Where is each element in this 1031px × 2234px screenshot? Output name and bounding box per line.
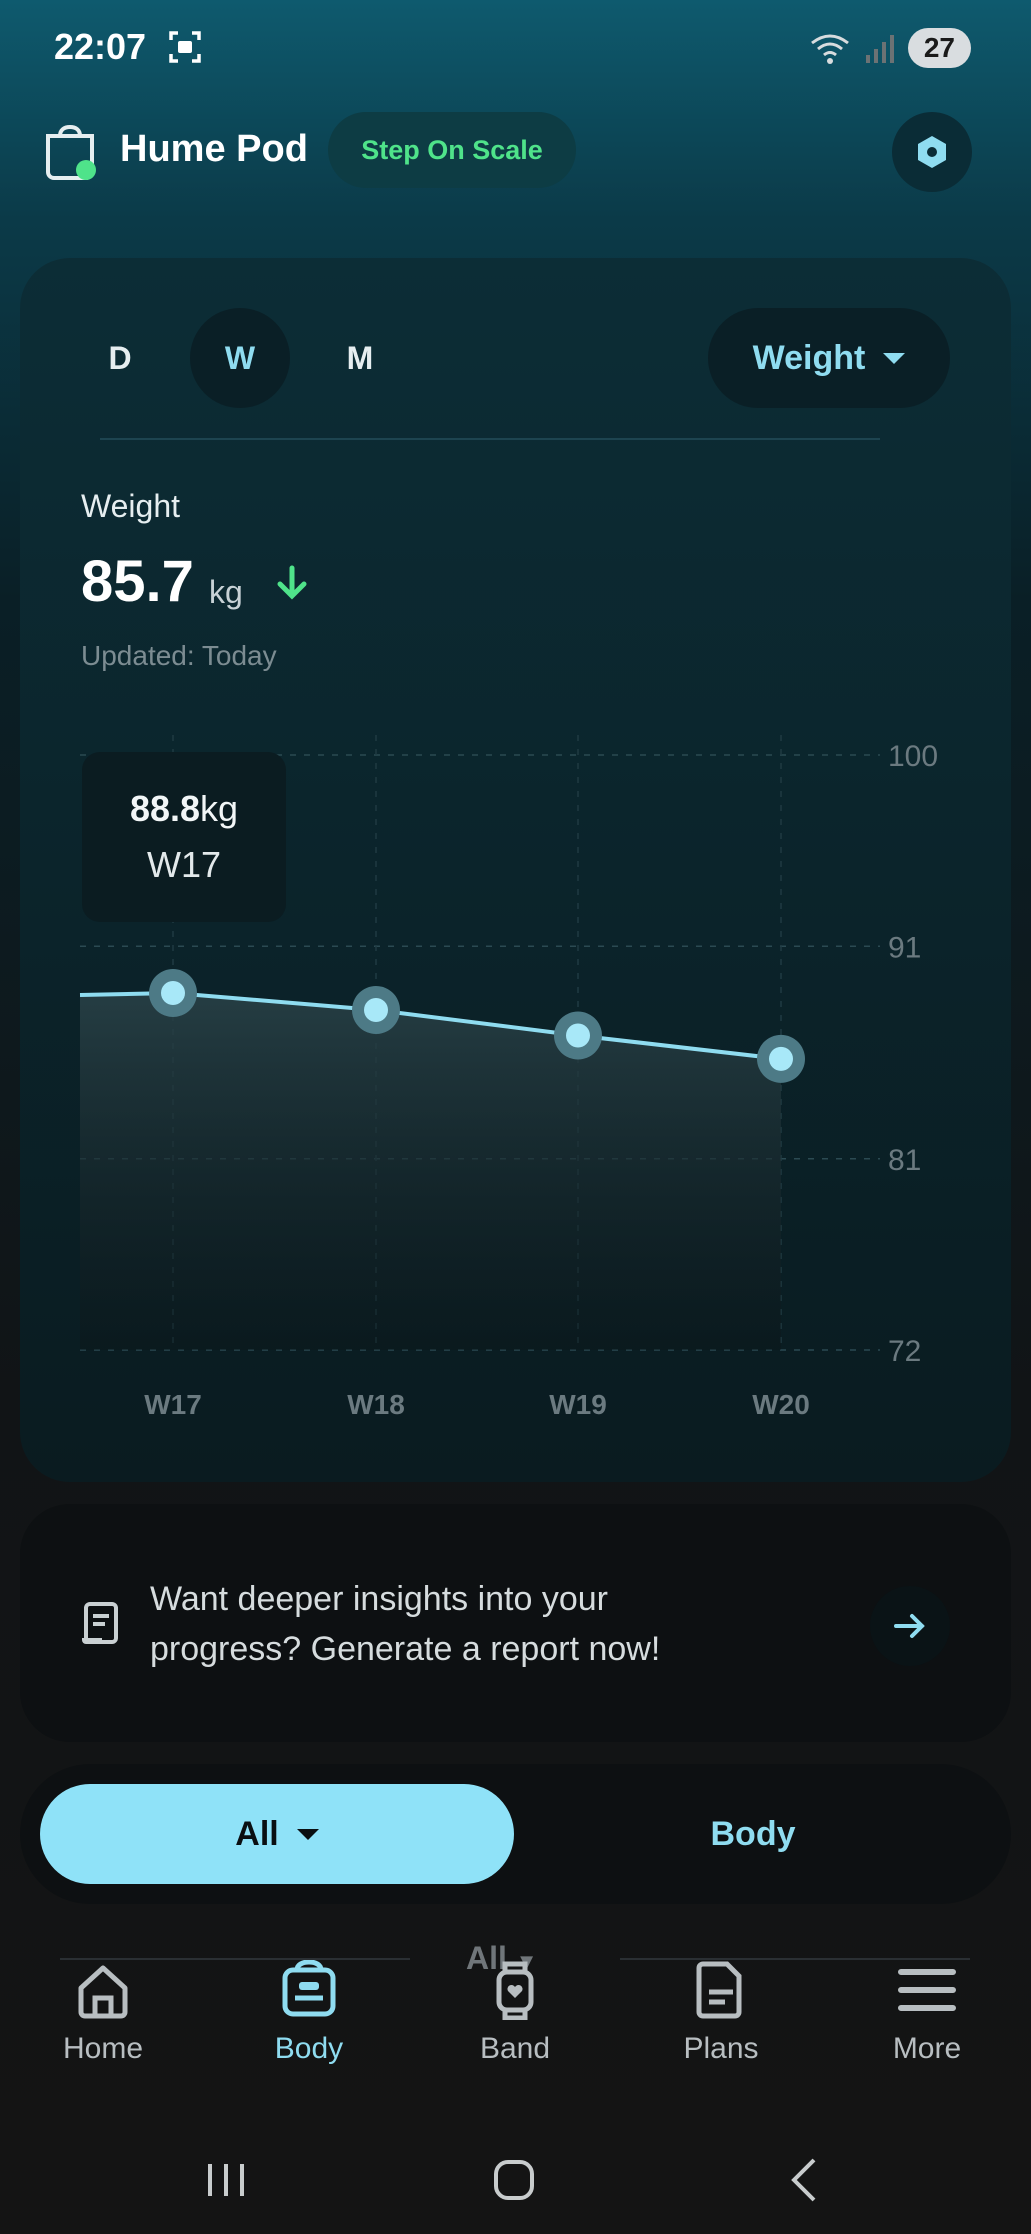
nav-plans-label: Plans	[683, 2032, 759, 2065]
metric-dropdown[interactable]: Weight	[708, 308, 950, 408]
generate-report-button[interactable]	[870, 1586, 950, 1666]
document-icon	[696, 1961, 742, 2019]
metric-dropdown-label: Weight	[752, 338, 866, 377]
filter-body-button[interactable]: Body	[560, 1784, 946, 1884]
recent-apps-icon[interactable]	[196, 2150, 256, 2210]
nav-body-label: Body	[274, 2032, 344, 2065]
home-nav-icon[interactable]	[484, 2150, 544, 2210]
report-icon	[82, 1602, 118, 1644]
tooltip-label: W17	[146, 844, 222, 885]
chevron-down-icon	[296, 1828, 319, 1840]
signal-icon	[865, 35, 894, 63]
nav-home-label: Home	[62, 2032, 144, 2065]
scale-device-icon	[46, 124, 96, 180]
nav-band[interactable]: Band	[425, 1960, 605, 2070]
tooltip-unit: kg	[200, 788, 239, 829]
back-icon[interactable]	[776, 2150, 836, 2210]
metric-title: Weight	[81, 488, 181, 524]
nav-plans[interactable]: Plans	[631, 1960, 811, 2070]
card-divider	[100, 438, 880, 440]
filter-all-label: All	[235, 1814, 279, 1853]
updated-text: Updated: Today	[81, 640, 277, 671]
menu-icon	[898, 1969, 956, 2011]
hexagon-settings-icon	[918, 136, 946, 168]
status-time: 22:07	[54, 26, 147, 67]
settings-button[interactable]	[892, 112, 972, 192]
tooltip-value-row: 88.8kg	[130, 788, 238, 830]
chevron-down-icon	[883, 352, 906, 364]
step-on-scale-button[interactable]: Step On Scale	[328, 112, 576, 188]
nav-home[interactable]: Home	[13, 1960, 193, 2070]
period-tab-week[interactable]: W	[190, 308, 290, 408]
arrow-down-icon	[277, 565, 307, 600]
period-tab-day[interactable]: D	[70, 308, 170, 408]
period-tab-month[interactable]: M	[310, 308, 410, 408]
scale-icon	[282, 1960, 336, 2017]
nav-more-label: More	[892, 2032, 962, 2065]
home-icon	[78, 1965, 128, 2019]
insights-text: Want deeper insights into your progress?…	[150, 1580, 661, 1668]
nav-band-label: Band	[479, 2032, 551, 2065]
chart-tooltip: 88.8kg W17	[82, 752, 286, 922]
nav-body[interactable]: Body	[219, 1960, 399, 2070]
tooltip-value: 88.8	[129, 788, 201, 829]
current-weight-value: 85.7	[81, 549, 194, 614]
status-indicators: 27	[810, 28, 971, 68]
watch-icon	[496, 1961, 534, 2020]
nav-more[interactable]: More	[837, 1960, 1017, 2070]
battery-badge: 27	[907, 28, 971, 68]
filter-all-button[interactable]: All	[40, 1784, 514, 1884]
device-name[interactable]: Hume Pod	[120, 128, 308, 171]
wifi-icon	[810, 34, 849, 64]
screenshot-icon	[169, 31, 201, 63]
weight-unit: kg	[209, 574, 243, 610]
arrow-right-icon	[894, 1614, 925, 1638]
